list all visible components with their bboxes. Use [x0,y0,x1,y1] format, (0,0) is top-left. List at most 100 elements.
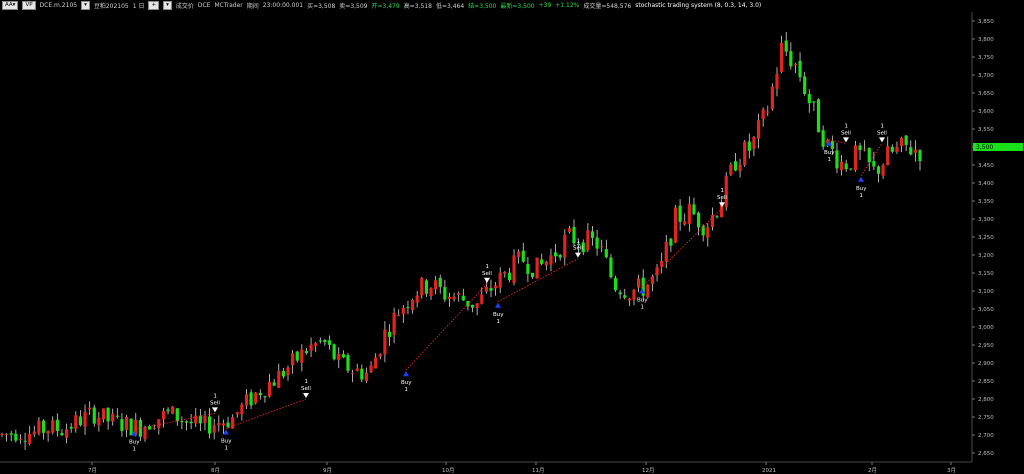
candle-body [378,353,382,357]
candle-body [899,137,904,146]
candle-body [909,147,913,155]
sell-signal-qty: 1 [577,239,581,245]
candle-body [646,284,650,298]
candle-body [572,227,576,244]
candle-body [521,250,525,262]
price-tick-label: 2,650 [978,451,994,457]
candle-body [517,251,521,257]
candle-body [498,272,502,288]
candle-body [549,255,553,265]
candle-body [337,353,341,360]
candle-body [784,40,788,52]
candle-body [766,111,770,113]
candle-body [650,276,655,284]
candle-body [678,205,682,222]
sell-arrow-icon [843,137,849,143]
sell-signal-qty: 1 [881,123,885,129]
candle-body [738,164,742,172]
candle-body [793,63,798,65]
buy-signal-label: Buy [129,440,140,446]
candle-body [64,429,69,438]
candle-body [226,422,230,427]
candle-body [387,331,392,337]
price-chart[interactable]: Buy1Sell1Buy1Sell1 Buy1Sell1Buy1Sell1Buy1… [0,0,1024,474]
candle-body [447,297,452,299]
candle-body [563,234,567,258]
candle-body [249,392,253,406]
candle-body [544,261,548,266]
candle-body [895,146,899,152]
candle-body [489,288,493,291]
candle-body [124,416,129,430]
candle-body [424,280,429,294]
candle-body [383,329,387,355]
sell-arrow-icon [719,202,725,208]
candle-body [401,307,405,315]
candle-body [715,216,719,218]
candle-body [23,440,27,442]
candle-body [14,433,18,441]
candle-body [415,295,419,303]
candle-body [309,344,313,351]
price-tick-label: 3,400 [978,181,994,187]
candle-body [770,86,774,110]
time-tick-label: 9月 [323,467,332,474]
candle-body [217,422,221,426]
candle-body [221,423,226,426]
candle-body [720,204,724,218]
candle-body [5,433,9,435]
candle-body [277,371,281,388]
candle-body [295,351,299,361]
candle-body [115,415,119,417]
time-tick-label: 11月 [532,467,545,474]
candle-body [157,419,161,429]
candle-body [567,228,572,232]
candle-body [429,288,433,297]
time-tick-label: 7月 [88,467,97,474]
candle-body [37,420,41,434]
candle-body [92,407,96,424]
candle-body [434,280,438,290]
candle-body [318,340,322,342]
candle-body [503,271,507,274]
candle-body [443,287,447,300]
candle-body [323,340,327,343]
candle-body [258,392,262,396]
trade-line [641,207,723,288]
buy-signal-label: Buy [401,380,412,386]
price-axis[interactable]: 3,850 3,800 3,750 3,700 3,650 3,600 3,550 3,500… [972,19,1023,457]
candle-body [332,344,336,360]
time-tick-label: 3月 [947,467,956,474]
sell-signal-qty: 1 [721,188,725,194]
price-tick-label: 3,600 [978,109,994,115]
time-tick-label: 10月 [442,467,455,474]
price-tick-label: 3,150 [978,271,994,277]
signal-trade-lines [133,139,883,430]
candle-body [46,430,50,434]
candle-body [18,438,23,440]
candle-body [203,416,207,424]
buy-signal-label: Buy [221,439,232,445]
candle-body [812,101,816,103]
candle-body [881,165,885,176]
price-tick-label: 2,850 [978,379,994,385]
sell-signal-label: Sell [717,195,727,201]
candle-body [392,312,396,335]
candle-body [687,204,691,224]
buy-arrow-icon [495,302,501,308]
price-tick-label: 2,900 [978,361,994,367]
buy-signal-label: Buy [637,297,648,303]
candle-body [397,315,401,317]
candle-body [51,420,55,433]
sell-signal-label: Sell [877,130,887,136]
candle-body [83,411,87,427]
buy-arrow-icon [223,429,229,435]
time-axis[interactable]: 7月 8月 9月 10月 11月 12月 2021 2月 3月 [88,462,956,474]
candle-body [863,149,867,151]
candle-body [853,145,858,171]
candle-body [803,76,807,94]
candle-body [101,408,106,420]
sell-arrow-icon [303,393,309,398]
candle-body [484,286,488,292]
candle-body [512,255,516,284]
